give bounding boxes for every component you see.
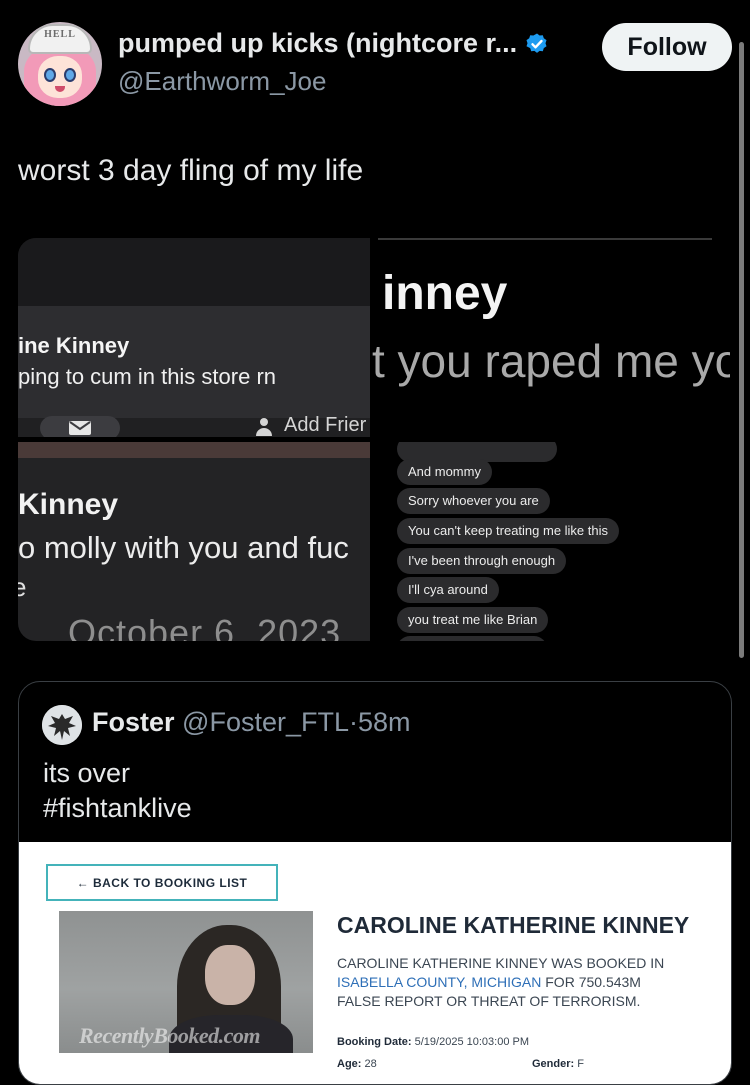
screenshot-message-continued: e <box>18 572 27 602</box>
add-friend-icon <box>256 418 272 436</box>
chat-bubble: You can't keep treating me like this <box>397 518 620 544</box>
quoted-media-image[interactable]: ← BACK TO BOOKING LIST RecentlyBooked.co… <box>19 842 731 1084</box>
hashtag-link[interactable]: #fishtanklive <box>43 793 192 824</box>
media-image-2[interactable]: ⁚ inney t you raped me yo <box>372 238 730 437</box>
screenshot-message: t you raped me yo <box>372 335 730 387</box>
mail-icon <box>69 421 91 435</box>
chat-bubble: I've been through enough <box>397 548 567 574</box>
avatar-eye <box>44 68 56 82</box>
screenshot-message: o molly with you and fuc <box>18 530 349 565</box>
author-display-name[interactable]: pumped up kicks (nightcore r... <box>118 28 517 59</box>
screenshot-contact-name: ine Kinney <box>18 333 130 358</box>
media-grid: ine Kinney ping to cum in this store rn … <box>18 238 730 641</box>
chat-bubble: you treat me like Brian <box>397 607 549 633</box>
media-image-3[interactable]: Kinney o molly with you and fuc e Octobe… <box>18 442 370 641</box>
tweet-text: worst 3 day fling of my life <box>18 154 364 187</box>
chat-bubble: I'll cya around <box>397 577 499 603</box>
chat-bubble <box>397 636 547 641</box>
quoted-author-name[interactable]: Foster <box>92 707 175 737</box>
follow-button[interactable]: Follow <box>602 23 732 71</box>
quoted-author-avatar[interactable] <box>42 705 82 745</box>
booking-gender: Gender: F <box>532 1058 584 1070</box>
booking-description: CAROLINE KATHERINE KINNEY WAS BOOKED IN <box>337 955 665 971</box>
watermark: RecentlyBooked.com <box>79 1023 261 1048</box>
chat-bubble: And mommy <box>397 459 492 485</box>
screenshot-message: ping to cum in this store rn <box>18 364 277 389</box>
author-name-row: pumped up kicks (nightcore r... <box>118 28 549 59</box>
quoted-text-line: its over <box>43 758 131 788</box>
scrollbar[interactable] <box>739 42 744 658</box>
booking-name-title: CAROLINE KATHERINE KINNEY <box>337 912 690 938</box>
screenshot-date: October 6, 2023 <box>68 612 342 641</box>
screenshot-contact-name: Kinney <box>18 488 119 521</box>
booking-age: Age: 28 <box>337 1058 377 1070</box>
avatar-eye <box>64 68 76 82</box>
screenshot-contact-name: inney <box>382 267 508 320</box>
booking-charge: FALSE REPORT OR THREAT OF TERRORISM. <box>337 993 641 1009</box>
tweet-header: HELL pumped up kicks (nightcore r... @Ea… <box>18 22 732 106</box>
author-handle[interactable]: @Earthworm_Joe <box>118 66 326 97</box>
media-image-4[interactable]: And mommy Sorry whoever you are You can'… <box>372 442 730 641</box>
booking-description: ISABELLA COUNTY, MICHIGAN FOR 750.543M <box>337 974 641 990</box>
verified-badge-icon <box>526 33 547 53</box>
booking-date: Booking Date: 5/19/2025 10:03:00 PM <box>337 1036 529 1048</box>
meta-separator: · <box>349 707 358 737</box>
mugshot-photo: RecentlyBooked.com <box>59 911 313 1053</box>
media-image-1[interactable]: ine Kinney ping to cum in this store rn … <box>18 238 370 437</box>
chat-bubble: Sorry whoever you are <box>397 488 550 514</box>
avatar-hat: HELL <box>28 24 92 54</box>
quoted-tweet[interactable]: Foster @Foster_FTL·58m its over #fishtan… <box>18 681 732 1085</box>
screenshot-add-friend: Add Frier <box>284 414 367 436</box>
quoted-time[interactable]: 58m <box>358 707 411 737</box>
quoted-author-meta: Foster @Foster_FTL·58m <box>92 707 411 738</box>
author-avatar[interactable]: HELL <box>18 22 102 106</box>
back-to-booking-list-button: ← BACK TO BOOKING LIST <box>46 864 278 901</box>
county-link: ISABELLA COUNTY, MICHIGAN <box>337 974 542 990</box>
quoted-avatar-figure-icon <box>42 705 82 745</box>
quoted-author-handle[interactable]: @Foster_FTL <box>182 707 349 737</box>
avatar-hat-text: HELL <box>44 29 76 40</box>
